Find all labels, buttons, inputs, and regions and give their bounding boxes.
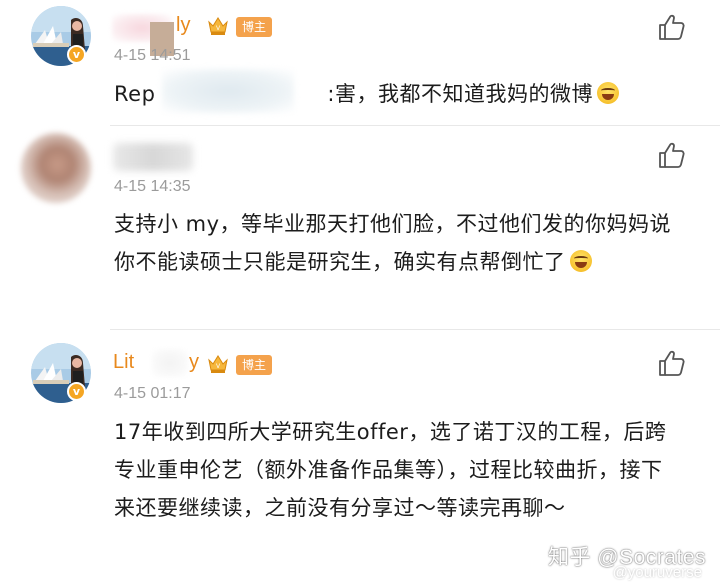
author-badge: 博主: [236, 355, 273, 375]
thumbs-up-icon[interactable]: [657, 12, 687, 42]
reply-redaction: [162, 69, 294, 113]
verified-icon: v: [67, 45, 86, 64]
laugh-emoji-icon: [596, 82, 619, 104]
vip-crown-icon: V: [208, 17, 228, 35]
avatar[interactable]: [21, 133, 91, 203]
thumbs-up-icon[interactable]: [657, 348, 687, 378]
author-badge: 博主: [236, 17, 273, 37]
username[interactable]: Lit: [113, 351, 134, 374]
laugh-emoji-icon: [569, 250, 592, 272]
verified-icon: v: [67, 382, 86, 401]
name-redaction: [152, 349, 188, 377]
comment-text: 17年收到四所大学研究生offer，选了诺丁汉的工程，后跨专业重申伦艺（额外准备…: [114, 420, 667, 520]
weibo-watermark: @youruverse: [612, 564, 702, 581]
username-tail: y: [189, 351, 199, 373]
comment-time: 4-15 01:17: [114, 385, 191, 402]
comment-text: 支持小 my，等毕业那天打他们脸，不过他们发的你妈妈说你不能读硕士只能是研究生，…: [114, 212, 672, 274]
divider: [110, 329, 720, 330]
comment-time: 4-15 14:51: [114, 47, 191, 64]
username[interactable]: ly: [176, 14, 190, 37]
vip-crown-icon: V: [208, 355, 228, 373]
divider: [110, 125, 720, 126]
reply-text: :害，我都不知道我妈的微博: [327, 82, 593, 106]
thumbs-up-icon[interactable]: [657, 140, 687, 170]
reply-prefix: Rep: [114, 82, 156, 106]
name-redaction: [113, 143, 193, 171]
comment-time: 4-15 14:35: [114, 178, 191, 195]
